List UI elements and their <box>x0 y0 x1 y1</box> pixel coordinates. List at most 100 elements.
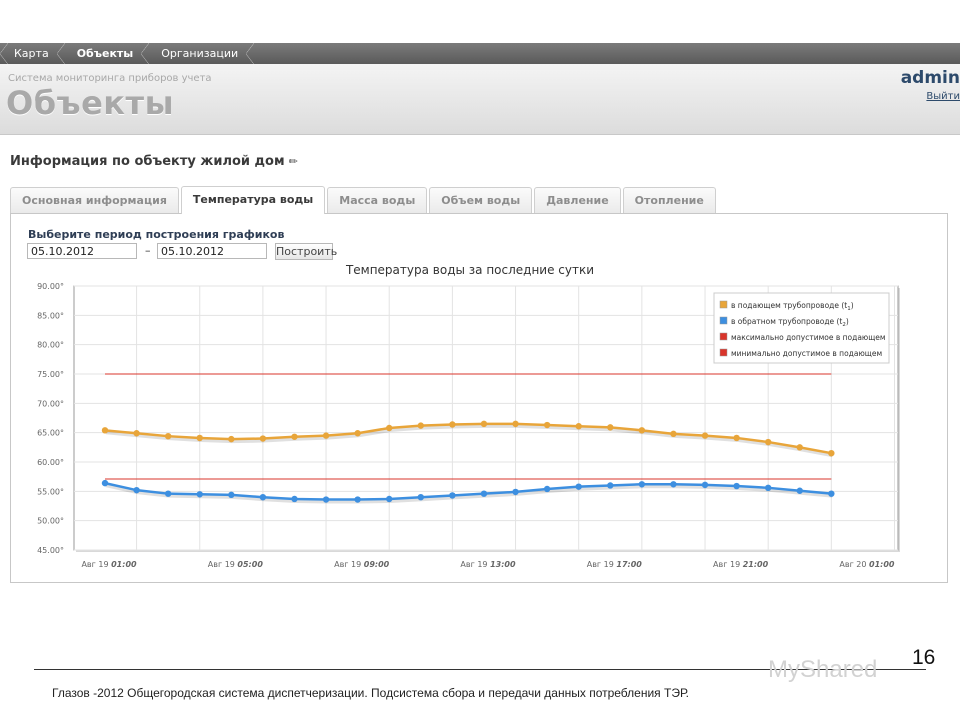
y-tick-label: 55.00° <box>37 487 64 496</box>
x-tick-label: Авг 19 05:00 <box>208 560 264 569</box>
series-1-point <box>228 491 235 499</box>
chart-title: Температура воды за последние сутки <box>345 263 595 277</box>
series-1-point <box>733 482 740 490</box>
y-tick-label: 80.00° <box>37 341 64 350</box>
series-1-point <box>828 490 835 497</box>
tab-pressure[interactable]: Давление <box>534 187 621 213</box>
series-1-point <box>575 483 582 490</box>
series-1-point <box>701 481 709 489</box>
legend-swatch <box>719 332 728 341</box>
nav-item-objects[interactable]: Объекты <box>63 43 149 64</box>
series-1-point <box>196 491 203 498</box>
x-tick-label: Авг 19 17:00 <box>587 560 643 569</box>
date-to-input[interactable] <box>157 243 267 259</box>
series-0-point <box>796 444 803 451</box>
series-1-point <box>607 482 614 489</box>
y-tick-label: 45.00° <box>37 546 64 555</box>
series-1-point <box>543 485 551 493</box>
series-0-point <box>196 434 203 442</box>
series-0-point <box>228 435 235 443</box>
tab-water-temperature[interactable]: Температура воды <box>180 186 326 214</box>
legend-swatch <box>719 300 728 309</box>
tab-water-mass[interactable]: Масса воды <box>327 187 428 213</box>
series-0-point <box>101 427 109 434</box>
footer-caption: Глазов -2012 Общегородская система диспе… <box>52 686 690 700</box>
y-tick-label: 65.00° <box>37 429 64 438</box>
series-0-point <box>733 434 740 442</box>
series-1-point <box>480 490 488 497</box>
y-tick-label: 70.00° <box>37 399 64 408</box>
slide-number: 16 <box>912 646 936 669</box>
y-tick-label: 90.00° <box>37 282 64 291</box>
nav-item-map[interactable]: Карта <box>0 43 65 64</box>
series-0-point <box>638 427 646 434</box>
series-1-point <box>512 488 519 496</box>
build-chart-button[interactable]: Построить <box>275 243 337 260</box>
series-0-point <box>322 432 330 439</box>
x-tick-label: Авг 20 01:00 <box>839 560 895 569</box>
series-0-point <box>764 438 772 446</box>
username: admin <box>900 68 960 88</box>
series-1-point <box>638 481 646 488</box>
series-1-point <box>764 484 772 492</box>
tab-general-info[interactable]: Основная информация <box>10 187 179 213</box>
series-0-point <box>701 432 709 439</box>
series-0-point <box>828 450 835 457</box>
series-1-point <box>386 495 393 503</box>
page-title: Объекты <box>6 84 174 122</box>
series-0-point <box>449 421 456 428</box>
series-1-point <box>417 494 424 501</box>
tabs-bar: Основная информация Температура воды Мас… <box>10 186 718 214</box>
series-1-point <box>449 492 456 499</box>
y-tick-label: 60.00° <box>37 458 64 467</box>
top-navigation: Карта Объекты Организации <box>0 43 960 64</box>
series-0-point <box>512 420 519 428</box>
system-subtitle: Система мониторинга приборов учета <box>8 73 212 84</box>
legend-swatch <box>719 348 728 357</box>
tab-water-volume[interactable]: Объем воды <box>429 187 533 213</box>
period-label: Выберите период построения графиков <box>28 228 285 241</box>
nav-item-organizations[interactable]: Организации <box>147 43 255 64</box>
x-tick-label: Авг 19 13:00 <box>460 560 516 569</box>
series-0-point <box>480 420 488 428</box>
series-0-point <box>575 423 582 430</box>
series-0-point <box>543 421 551 429</box>
series-0-point <box>291 433 298 440</box>
legend-swatch <box>719 316 728 325</box>
series-0-point <box>259 435 267 442</box>
legend-label: максимально допустимое в подающем <box>731 333 886 342</box>
series-1-point <box>101 479 109 487</box>
series-0-point <box>607 424 614 431</box>
series-1-point <box>670 481 677 488</box>
series-0-point <box>354 430 361 437</box>
logout-link[interactable]: Выйти <box>926 91 960 102</box>
series-1-point <box>259 494 267 501</box>
pencil-icon[interactable]: ✏ <box>289 155 298 168</box>
series-1-point <box>164 490 172 497</box>
tab-heating[interactable]: Отопление <box>622 187 716 213</box>
y-tick-label: 50.00° <box>37 517 64 526</box>
page-header: Система мониторинга приборов учета Объек… <box>0 64 960 135</box>
temperature-chart: 90.00° 85.00° 80.00° 75.00° 70.00° 65.00° 60.0… <box>37 282 900 569</box>
date-from-input[interactable] <box>27 243 137 259</box>
series-1-point <box>133 486 140 494</box>
watermark-logo: MyShared <box>768 656 878 683</box>
x-tick-label: Авг 19 09:00 <box>334 560 390 569</box>
series-0-point <box>386 424 393 432</box>
x-tick-label: Авг 19 21:00 <box>713 560 769 569</box>
series-1-point <box>796 487 803 494</box>
series-0-point <box>164 432 172 440</box>
date-separator: – <box>145 244 151 257</box>
legend-label: минимально допустимое в подающем <box>731 349 882 358</box>
x-tick-label: Авг 19 01:00 <box>81 560 137 569</box>
series-1-point <box>322 496 330 503</box>
y-tick-label: 85.00° <box>37 311 64 320</box>
series-1-point <box>354 496 361 503</box>
object-info-title-text: Информация по объекту жилой дом <box>10 154 285 169</box>
series-0-point <box>133 430 140 437</box>
series-0-point <box>417 422 424 429</box>
object-info-title: Информация по объекту жилой дом ✏ <box>10 154 298 169</box>
series-1-point <box>291 495 298 503</box>
y-tick-label: 75.00° <box>37 370 64 379</box>
series-0-point <box>670 430 677 438</box>
